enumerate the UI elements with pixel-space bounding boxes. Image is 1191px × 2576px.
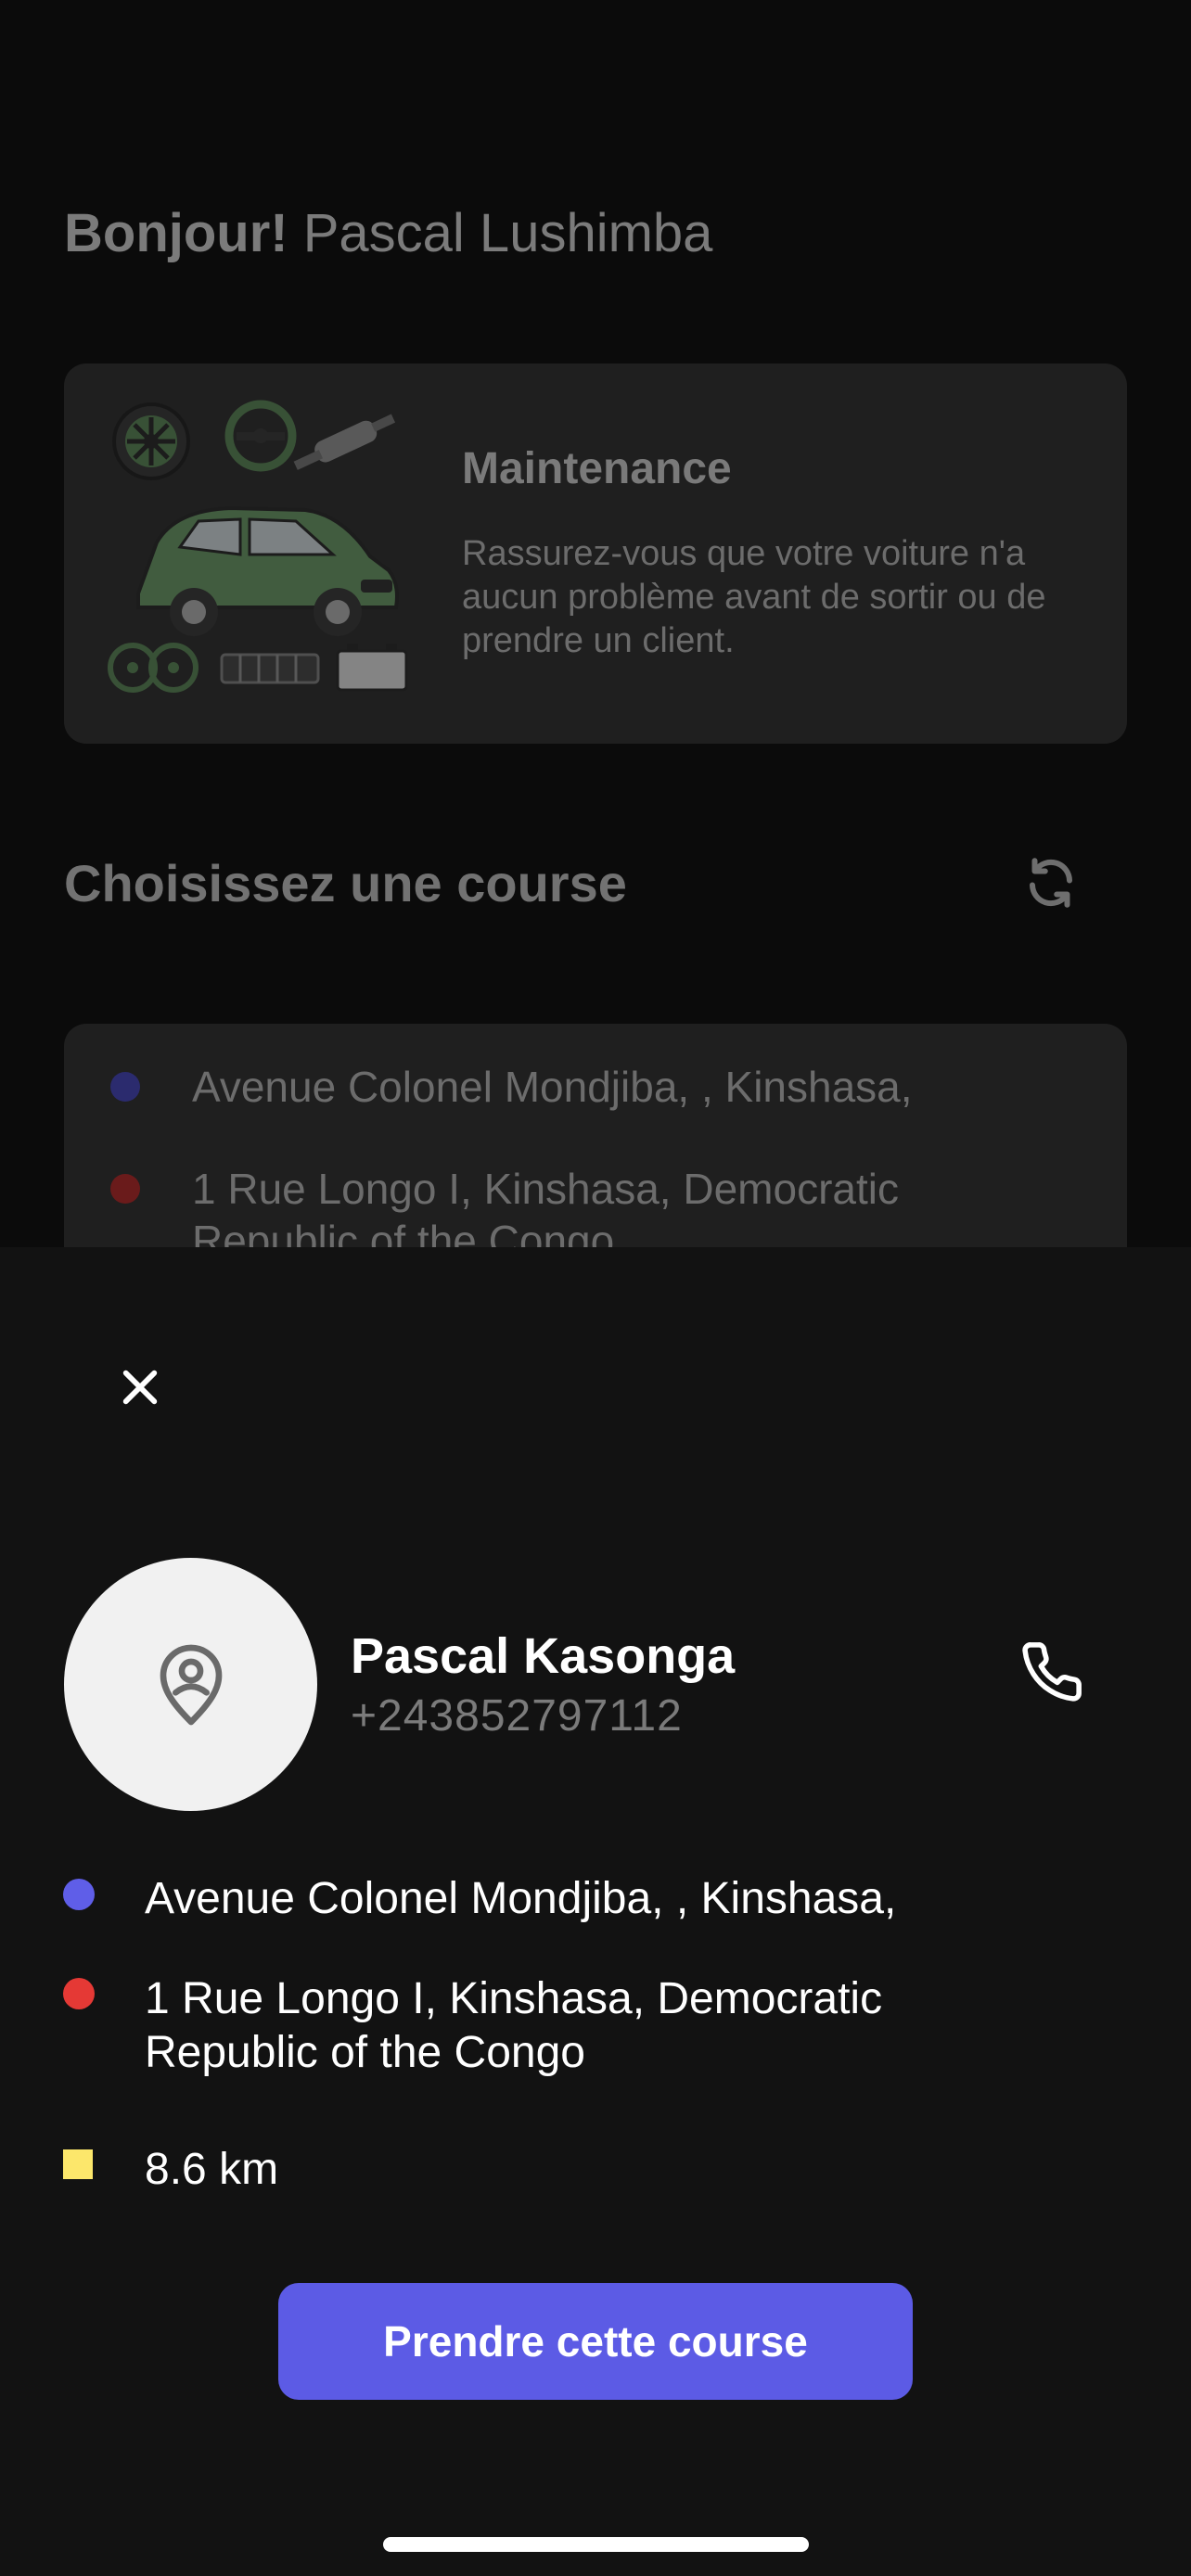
dropoff-address: 1 Rue Longo I, Kinshasa, Democratic Repu… — [145, 1974, 883, 2077]
call-button[interactable] — [1015, 1635, 1089, 1709]
close-button[interactable] — [111, 1358, 169, 1416]
greeting-driver-name: Pascal Lushimba — [302, 203, 713, 263]
course-pickup-address: Avenue Colonel Mondjiba, , Kinshasa, — [192, 1063, 913, 1111]
distance-value: 8.6 km — [145, 2145, 279, 2194]
take-course-button[interactable]: Prendre cette course — [278, 2283, 913, 2400]
home-indicator[interactable] — [383, 2537, 809, 2552]
maintenance-card[interactable]: Maintenance Rassurez-vous que votre voit… — [64, 363, 1127, 744]
dropoff-dot — [110, 1174, 140, 1204]
courses-section-title: Choisissez une course — [64, 854, 627, 912]
pickup-dot — [63, 1879, 95, 1910]
close-icon — [122, 1370, 158, 1405]
user-pin-icon — [160, 1644, 222, 1725]
client-name: Pascal Kasonga — [351, 1628, 736, 1684]
car-parts-illustration-icon — [108, 400, 408, 693]
pickup-dot — [110, 1072, 140, 1102]
home-page-background: Bonjour! Pascal Lushimba Maintenance Ras… — [0, 0, 1191, 1247]
greeting-hello: Bonjour! — [64, 203, 288, 263]
maintenance-title: Maintenance — [462, 444, 732, 493]
client-phone: +243852797112 — [351, 1691, 683, 1741]
screen: Bonjour! Pascal Lushimba Maintenance Ras… — [0, 0, 1191, 2576]
refresh-icon[interactable] — [1023, 855, 1079, 911]
pickup-address: Avenue Colonel Mondjiba, , Kinshasa, — [145, 1874, 897, 1923]
dropoff-dot — [63, 1978, 95, 2009]
course-dropoff-address: 1 Rue Longo I, Kinshasa, Democratic Repu… — [192, 1165, 899, 1247]
course-detail-sheet: Pascal Kasonga +243852797112 Avenue Colo… — [0, 1247, 1191, 2576]
phone-icon — [1022, 1642, 1082, 1702]
maintenance-description: Rassurez-vous que votre voiture n'a aucu… — [462, 534, 1046, 660]
distance-marker — [63, 2149, 93, 2179]
course-card[interactable]: Avenue Colonel Mondjiba, , Kinshasa, 1 R… — [64, 1024, 1127, 1247]
greeting: Bonjour! Pascal Lushimba — [64, 202, 712, 264]
avatar — [64, 1558, 317, 1811]
